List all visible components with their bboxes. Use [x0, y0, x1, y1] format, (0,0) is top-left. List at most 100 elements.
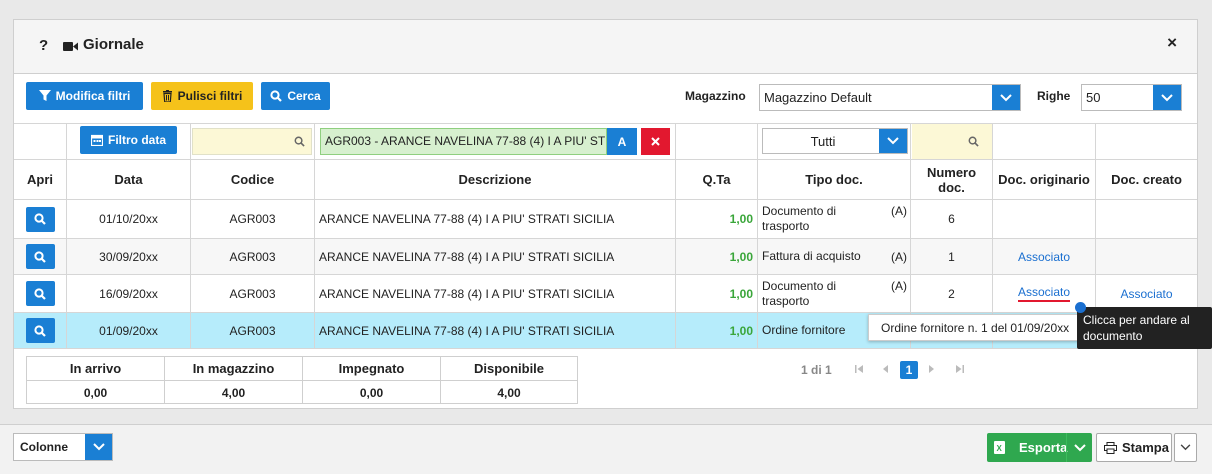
magazzino-select[interactable]: Magazzino Default [759, 84, 1021, 111]
doc-creato-link[interactable]: Associato [1120, 287, 1172, 301]
chevron-down-icon [85, 434, 112, 460]
close-icon[interactable]: × [1167, 33, 1177, 53]
open-button[interactable] [25, 281, 55, 306]
doc-creato-cell [1096, 200, 1197, 239]
modifica-filtri-label: Modifica filtri [55, 89, 131, 103]
column-header-tipo-doc[interactable]: Tipo doc. [758, 160, 911, 200]
codice-value: AGR003 [229, 212, 276, 226]
next-page-icon[interactable] [928, 364, 936, 374]
close-icon [651, 137, 660, 146]
tipo-doc-select[interactable]: Tutti [762, 128, 908, 154]
tipo-doc-line2: trasporto [762, 219, 810, 233]
column-header-descrizione[interactable]: Descrizione [315, 160, 676, 200]
data-value: 16/09/20xx [99, 286, 158, 301]
search-icon [270, 90, 283, 102]
column-header-numero-doc[interactable]: Numero doc. [911, 160, 993, 200]
tipo-doc-line1: Documento di [762, 204, 837, 218]
search-icon [34, 287, 46, 300]
codice-filter-input[interactable] [192, 128, 312, 155]
first-page-icon[interactable] [854, 364, 864, 374]
numero-filter-input[interactable] [912, 124, 992, 159]
tipo-doc-value: Tutti [810, 133, 836, 149]
qta-value: 1,00 [729, 286, 753, 301]
column-header-data[interactable]: Data [67, 160, 191, 200]
chevron-down-icon [879, 129, 907, 153]
filtro-data-button[interactable]: Filtro data [80, 126, 177, 154]
data-cell: 01/10/20xx [67, 200, 191, 239]
chevron-down-icon [1180, 444, 1191, 451]
search-icon [294, 136, 305, 147]
page-title: Giornale [83, 36, 144, 53]
help-icon[interactable]: ? [39, 37, 48, 54]
open-cell [14, 275, 67, 313]
panel-header: ? Giornale × [14, 20, 1197, 74]
stampa-options-button[interactable] [1174, 433, 1197, 462]
pulisci-filtri-label: Pulisci filtri [177, 89, 243, 103]
righe-select[interactable]: 50 [1081, 84, 1182, 111]
descrizione-filter-input[interactable]: AGR003 - ARANCE NAVELINA 77-88 (4) I A P… [320, 128, 607, 155]
numero-value: 1 [948, 249, 955, 264]
excel-icon: X [994, 441, 1005, 454]
qta-cell: 1,00 [676, 239, 758, 275]
descrizione-cell: ARANCE NAVELINA 77-88 (4) I A PIU' STRAT… [315, 239, 676, 275]
descrizione-value: ARANCE NAVELINA 77-88 (4) I A PIU' STRAT… [319, 323, 615, 338]
data-value: 01/10/20xx [99, 212, 158, 226]
clear-filter-button[interactable] [641, 128, 670, 155]
tipo-doc-line1: Ordine fornitore [762, 323, 846, 337]
last-page-icon[interactable] [955, 364, 965, 374]
qta-value: 1,00 [729, 212, 753, 226]
doc-originario-cell [993, 200, 1096, 239]
open-button[interactable] [25, 318, 55, 343]
column-header-codice[interactable]: Codice [191, 160, 315, 200]
summary-header: In arrivo [27, 357, 165, 381]
codice-value: AGR003 [229, 249, 276, 264]
summary-header: Impegnato [303, 357, 441, 381]
tipo-doc-line1: Fattura di acquisto [762, 249, 861, 263]
calendar-icon [90, 134, 103, 146]
summary-header: In magazzino [165, 357, 303, 381]
open-button[interactable] [25, 206, 55, 232]
numero-value: 2 [948, 286, 955, 301]
pulisci-filtri-button[interactable]: Pulisci filtri [151, 82, 253, 110]
descrizione-mode-button[interactable]: A [607, 128, 637, 155]
doc-originario-link[interactable]: Associato [1018, 250, 1070, 264]
summary-value: 0,00 [303, 381, 441, 404]
search-icon [34, 213, 46, 225]
tipo-doc-cell: Documento di trasporto (A) [758, 200, 911, 239]
codice-value: AGR003 [229, 286, 276, 301]
info-dot-icon [1075, 302, 1086, 313]
search-icon [968, 136, 979, 147]
open-cell [14, 313, 67, 349]
qta-cell: 1,00 [676, 313, 758, 349]
descrizione-cell: ARANCE NAVELINA 77-88 (4) I A PIU' STRAT… [315, 313, 676, 349]
modifica-filtri-button[interactable]: Modifica filtri [26, 82, 143, 110]
previous-page-icon[interactable] [881, 364, 889, 374]
summary-value: 4,00 [497, 385, 521, 400]
footer-bar: Colonne X Esporta Stampa [0, 424, 1212, 474]
trash-icon [162, 90, 172, 102]
data-value: 01/09/20xx [99, 323, 158, 338]
open-button[interactable] [25, 244, 55, 269]
column-header-qta[interactable]: Q.Ta [676, 160, 758, 200]
descrizione-value: ARANCE NAVELINA 77-88 (4) I A PIU' STRAT… [319, 286, 615, 301]
chevron-down-icon[interactable] [1066, 433, 1092, 462]
esporta-button[interactable]: X Esporta [987, 433, 1092, 462]
colonne-dropdown[interactable]: Colonne [13, 433, 113, 461]
numero-cell: 6 [911, 200, 993, 239]
cerca-button[interactable]: Cerca [261, 82, 330, 110]
tipo-doc-line2: trasporto [762, 293, 810, 308]
stampa-button[interactable]: Stampa [1096, 433, 1172, 462]
descrizione-cell: ARANCE NAVELINA 77-88 (4) I A PIU' STRAT… [315, 275, 676, 313]
magazzino-label: Magazzino [685, 89, 746, 103]
column-header-doc-creato[interactable]: Doc. creato [1096, 160, 1197, 200]
page-1-button[interactable]: 1 [900, 361, 918, 379]
cerca-label: Cerca [287, 89, 321, 103]
data-cell: 01/09/20xx [67, 313, 191, 349]
tipo-doc-flag: (A) [891, 250, 907, 264]
hint-tooltip-line2: documento [1083, 329, 1143, 343]
qta-value: 1,00 [729, 323, 753, 338]
qta-cell: 1,00 [676, 275, 758, 313]
column-header-doc-originario[interactable]: Doc. originario [993, 160, 1096, 200]
doc-originario-link[interactable]: Associato [1017, 285, 1071, 302]
video-camera-icon [63, 42, 78, 51]
